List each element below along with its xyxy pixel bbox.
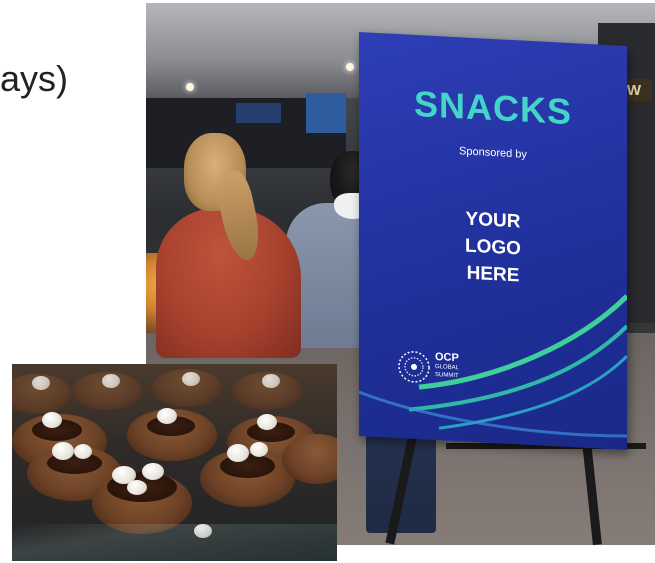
marshmallow (182, 372, 200, 386)
marshmallow (250, 442, 268, 457)
marshmallow (32, 376, 50, 390)
ceiling-light (346, 63, 354, 71)
ocp-brand-sub: SUMMIT (435, 371, 459, 380)
marshmallow (227, 444, 249, 462)
dessert-photo (12, 364, 337, 561)
ocp-brand: OCP GLOBAL SUMMIT (397, 347, 507, 393)
marshmallow (42, 412, 62, 428)
ocp-logo-icon (398, 351, 430, 383)
marshmallow (157, 408, 177, 424)
snacks-sign: SNACKS Sponsored by YOUR LOGO HERE OCP G… (359, 32, 627, 451)
marshmallow (262, 374, 280, 388)
marshmallow (142, 463, 164, 480)
marshmallow (74, 444, 92, 459)
marshmallow (102, 374, 120, 388)
booth-display (236, 103, 281, 123)
sign-logo-placeholder: YOUR LOGO HERE (359, 200, 627, 295)
booth-display (306, 93, 346, 133)
marshmallow (257, 414, 277, 430)
ocp-brand-text: OCP GLOBAL SUMMIT (435, 351, 459, 380)
slide-partial-heading: ays) (0, 58, 69, 99)
marshmallow (127, 480, 147, 495)
glass-plate (12, 524, 337, 561)
marshmallow (52, 442, 74, 460)
ceiling-light (186, 83, 194, 91)
